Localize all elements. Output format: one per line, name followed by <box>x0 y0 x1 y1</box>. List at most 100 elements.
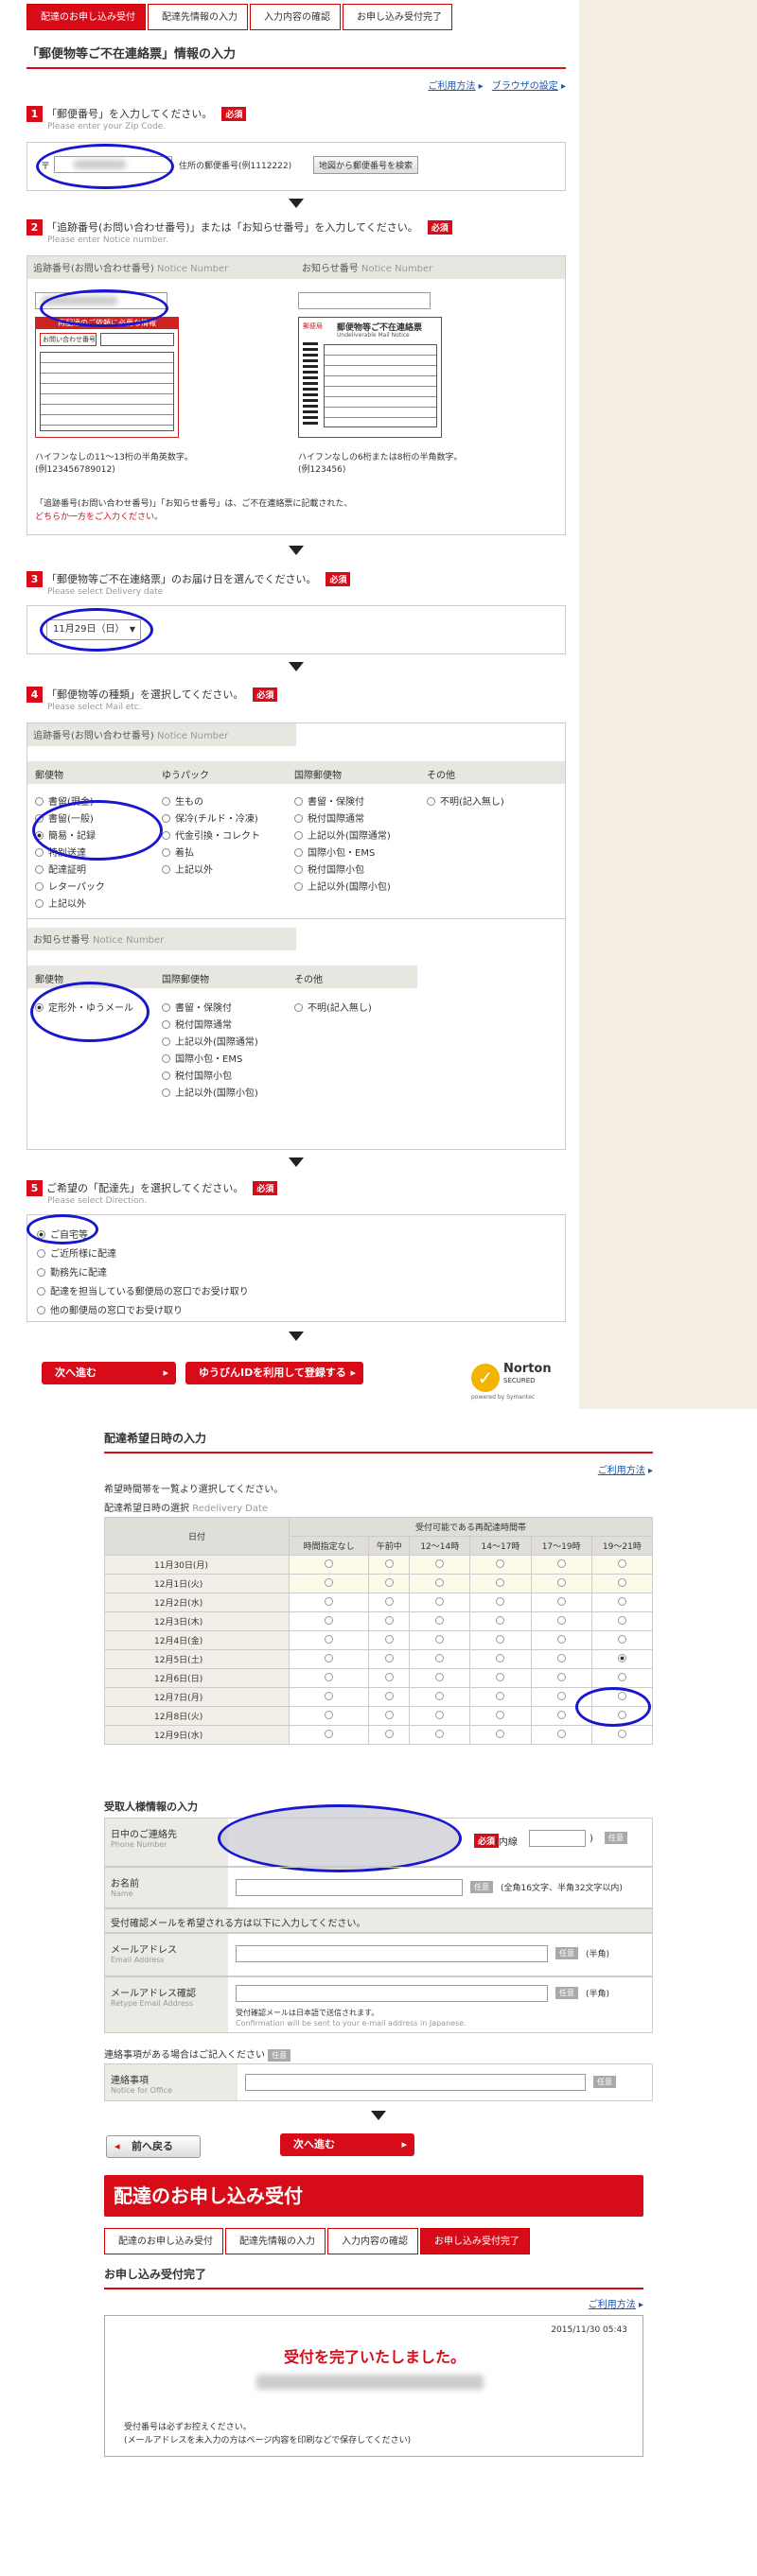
radio-icon[interactable] <box>496 1596 505 1606</box>
radio-icon[interactable] <box>325 1615 334 1625</box>
radio-option[interactable]: 書留・保険付 <box>294 793 364 808</box>
radio-icon[interactable] <box>325 1710 334 1719</box>
radio-icon[interactable] <box>496 1615 505 1625</box>
timeslot-cell[interactable] <box>469 1706 532 1726</box>
radio-icon[interactable] <box>435 1691 445 1700</box>
timeslot-cell[interactable] <box>530 1725 592 1745</box>
radio-icon[interactable] <box>556 1729 566 1738</box>
timeslot-cell[interactable] <box>530 1611 592 1631</box>
timeslot-cell[interactable] <box>288 1593 370 1612</box>
radio-option[interactable]: レターパック <box>35 879 105 893</box>
radio-icon[interactable] <box>435 1615 445 1625</box>
radio-selected-icon[interactable] <box>617 1653 626 1662</box>
timeslot-cell[interactable] <box>530 1630 592 1650</box>
radio-icon[interactable] <box>384 1615 394 1625</box>
radio-icon[interactable] <box>435 1558 445 1568</box>
radio-icon[interactable] <box>325 1672 334 1681</box>
timeslot-cell[interactable] <box>530 1574 592 1593</box>
radio-option[interactable]: 上記以外(国際小包) <box>294 879 391 893</box>
radio-icon[interactable] <box>617 1615 626 1625</box>
timeslot-cell[interactable] <box>368 1555 411 1575</box>
help-link[interactable]: ご利用方法 <box>428 81 475 92</box>
timeslot-cell[interactable] <box>469 1649 532 1669</box>
timeslot-cell[interactable] <box>288 1706 370 1726</box>
radio-icon[interactable] <box>556 1596 566 1606</box>
timeslot-cell[interactable] <box>368 1574 411 1593</box>
radio-option[interactable]: ご近所様に配達 <box>37 1245 116 1260</box>
timeslot-cell[interactable] <box>288 1649 370 1669</box>
radio-icon[interactable] <box>556 1558 566 1568</box>
radio-icon[interactable] <box>496 1558 505 1568</box>
radio-icon[interactable] <box>435 1672 445 1681</box>
timeslot-cell[interactable] <box>288 1555 370 1575</box>
timeslot-cell[interactable] <box>590 1649 654 1669</box>
radio-icon[interactable] <box>617 1577 626 1587</box>
timeslot-cell[interactable] <box>409 1611 471 1631</box>
timeslot-cell[interactable] <box>288 1611 370 1631</box>
timeslot-cell[interactable] <box>368 1593 411 1612</box>
timeslot-cell[interactable] <box>409 1706 471 1726</box>
timeslot-cell[interactable] <box>409 1574 471 1593</box>
radio-option[interactable]: 上記以外 <box>162 862 213 876</box>
radio-icon[interactable] <box>384 1691 394 1700</box>
timeslot-cell[interactable] <box>368 1687 411 1707</box>
timeslot-cell[interactable] <box>409 1668 471 1688</box>
radio-icon[interactable] <box>435 1729 445 1738</box>
timeslot-cell[interactable] <box>469 1574 532 1593</box>
timeslot-cell[interactable] <box>368 1706 411 1726</box>
browser-settings-link[interactable]: ブラウザの設定 <box>492 81 558 92</box>
timeslot-cell[interactable] <box>530 1555 592 1575</box>
radio-option[interactable]: 配達を担当している郵便局の窓口でお受け取り <box>37 1283 249 1297</box>
radio-icon[interactable] <box>325 1634 334 1644</box>
radio-option[interactable]: 上記以外(国際通常) <box>162 1034 258 1048</box>
radio-icon[interactable] <box>556 1615 566 1625</box>
next-button[interactable]: 次へ進む ▸ <box>42 1362 176 1384</box>
timeslot-cell[interactable] <box>590 1593 654 1612</box>
timeslot-cell[interactable] <box>288 1725 370 1745</box>
timeslot-cell[interactable] <box>469 1687 532 1707</box>
radio-icon[interactable] <box>384 1634 394 1644</box>
timeslot-cell[interactable] <box>409 1555 471 1575</box>
help-link[interactable]: ご利用方法 <box>598 1466 645 1476</box>
radio-icon[interactable] <box>384 1577 394 1587</box>
radio-option[interactable]: 上記以外(国際小包) <box>162 1085 258 1099</box>
radio-icon[interactable] <box>325 1729 334 1738</box>
radio-icon[interactable] <box>496 1710 505 1719</box>
radio-icon[interactable] <box>617 1672 626 1681</box>
radio-icon[interactable] <box>496 1653 505 1662</box>
radio-option[interactable]: 他の郵便局の窓口でお受け取り <box>37 1302 183 1316</box>
radio-icon[interactable] <box>556 1672 566 1681</box>
radio-option[interactable]: 保冷(チルド・冷凍) <box>162 810 258 825</box>
radio-icon[interactable] <box>556 1634 566 1644</box>
timeslot-cell[interactable] <box>409 1630 471 1650</box>
radio-icon[interactable] <box>617 1634 626 1644</box>
email-input[interactable] <box>236 1945 548 1962</box>
radio-icon[interactable] <box>435 1653 445 1662</box>
timeslot-cell[interactable] <box>288 1574 370 1593</box>
radio-option[interactable]: 税付国際小包 <box>162 1068 232 1082</box>
radio-option[interactable]: 上記以外(国際通常) <box>294 827 391 842</box>
radio-option[interactable]: 書留・保険付 <box>162 1000 232 1014</box>
radio-icon[interactable] <box>325 1558 334 1568</box>
radio-icon[interactable] <box>325 1596 334 1606</box>
radio-option[interactable]: 上記以外 <box>35 896 86 910</box>
email-confirm-input[interactable] <box>236 1985 548 2002</box>
radio-option[interactable]: 国際小包・EMS <box>162 1051 242 1065</box>
radio-icon[interactable] <box>435 1710 445 1719</box>
timeslot-cell[interactable] <box>288 1687 370 1707</box>
radio-icon[interactable] <box>556 1577 566 1587</box>
timeslot-cell[interactable] <box>469 1630 532 1650</box>
radio-icon[interactable] <box>435 1577 445 1587</box>
radio-option[interactable]: 勤務先に配達 <box>37 1264 107 1279</box>
timeslot-cell[interactable] <box>590 1611 654 1631</box>
radio-icon[interactable] <box>384 1672 394 1681</box>
timeslot-cell[interactable] <box>530 1668 592 1688</box>
timeslot-cell[interactable] <box>288 1668 370 1688</box>
help-link[interactable]: ご利用方法 <box>589 2300 636 2310</box>
radio-option[interactable]: 税付国際通常 <box>162 1017 232 1031</box>
timeslot-cell[interactable] <box>409 1687 471 1707</box>
timeslot-cell[interactable] <box>590 1668 654 1688</box>
radio-icon[interactable] <box>435 1596 445 1606</box>
timeslot-cell[interactable] <box>368 1668 411 1688</box>
radio-icon[interactable] <box>496 1577 505 1587</box>
